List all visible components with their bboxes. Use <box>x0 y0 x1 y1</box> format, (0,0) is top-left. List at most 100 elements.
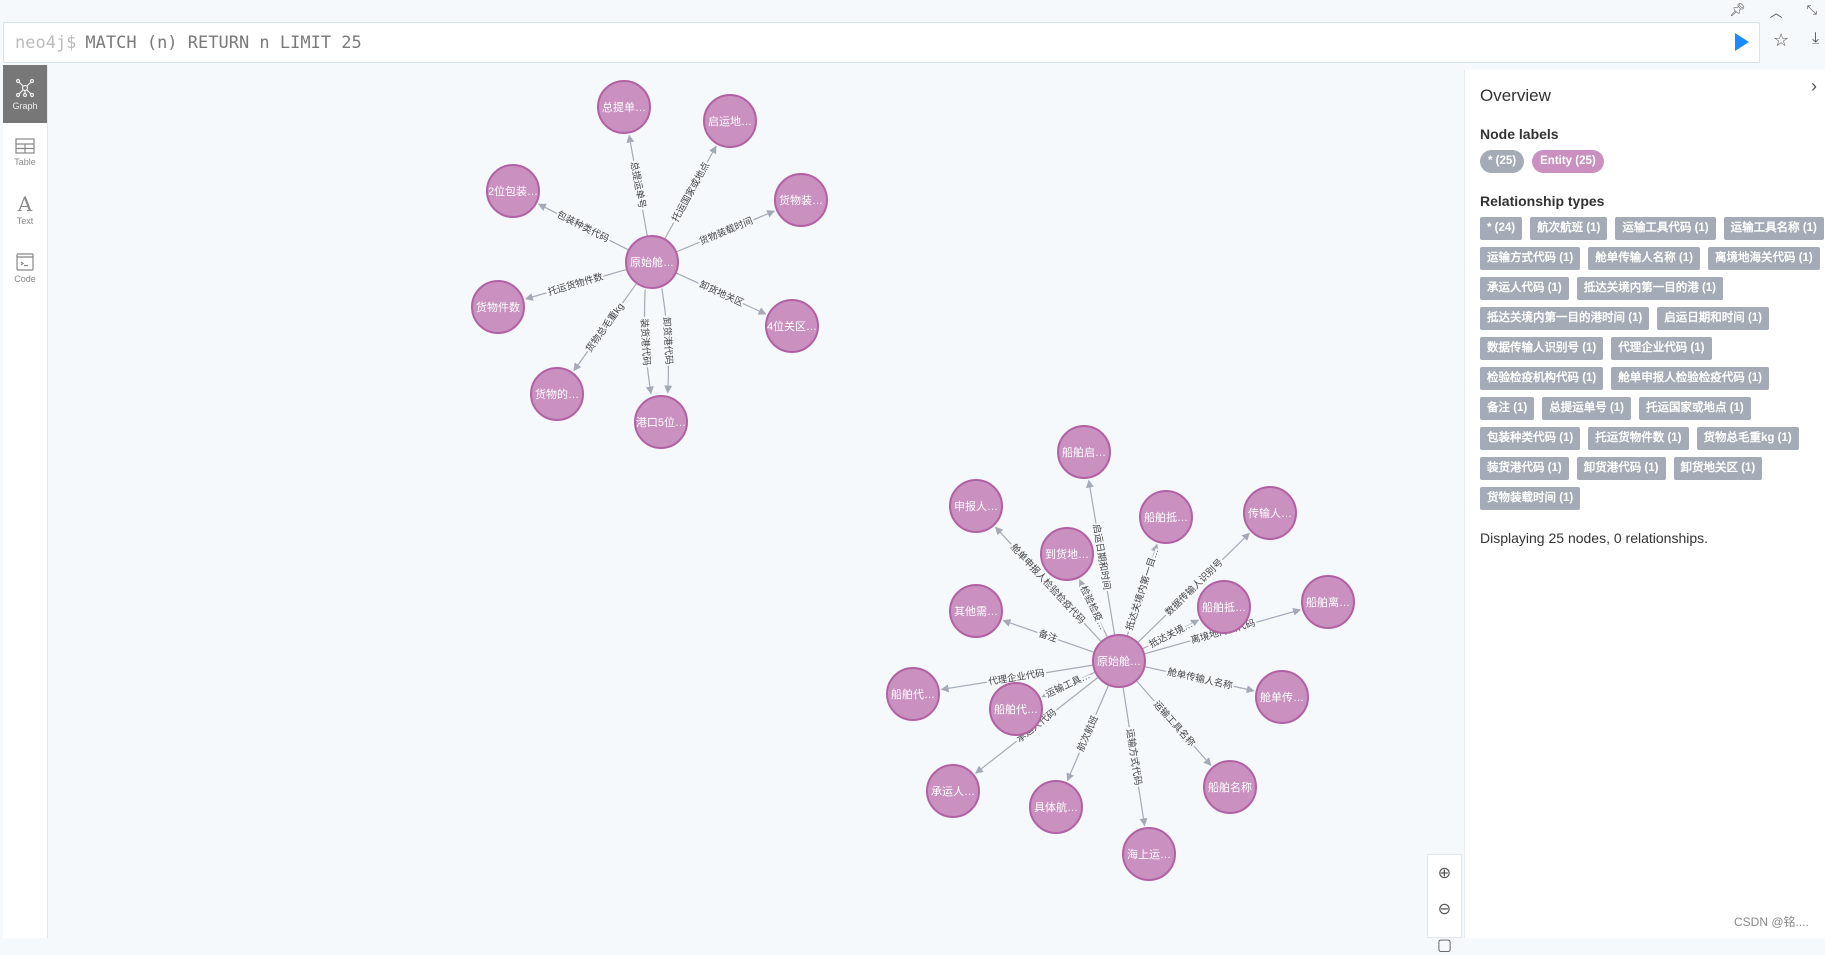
relationship-type-chip[interactable]: 装货港代码 (1) <box>1480 457 1569 480</box>
download-icon[interactable]: ⤓ <box>1812 30 1819 48</box>
graph-node[interactable]: 其他需… <box>949 584 1003 638</box>
node-caption: 船舶代… <box>891 687 935 701</box>
graph-node[interactable]: 船舶抵… <box>1197 580 1251 634</box>
relationship-label: 包装种类代码 <box>555 208 611 245</box>
graph-node[interactable]: 2位包装… <box>486 164 540 218</box>
relationship-type-chip[interactable]: 航次航班 (1) <box>1530 217 1608 240</box>
node-caption: 申报人… <box>954 499 998 513</box>
node-caption: 货物件数 <box>476 300 520 314</box>
relationship-label: 备注 <box>1037 627 1059 645</box>
graph-node[interactable]: 承运人… <box>926 764 980 818</box>
graph-node[interactable]: 原始舱… <box>1092 634 1146 688</box>
graph-node[interactable]: 传输人… <box>1243 486 1297 540</box>
graph-icon <box>15 78 35 97</box>
zoom-out-icon[interactable]: ⊖ <box>1438 899 1451 919</box>
relationship-type-chip[interactable]: 抵达关境内第一目的港时间 (1) <box>1480 307 1650 330</box>
graph-node[interactable]: 具体航… <box>1029 780 1083 834</box>
graph-node[interactable]: 港口5位… <box>634 395 688 449</box>
relationship-label: 托运国家或地点 <box>669 160 712 224</box>
relationship-type-chip[interactable]: 包装种类代码 (1) <box>1480 427 1581 450</box>
fit-icon[interactable]: ▢ <box>1437 935 1452 955</box>
collapse-icon[interactable]: ︿ <box>1770 2 1783 21</box>
relationship-label: 卸货地关区 <box>697 278 746 309</box>
relationship-type-chip[interactable]: 数据传输人识别号 (1) <box>1480 337 1604 360</box>
node-caption: 总提单… <box>602 100 646 114</box>
minimize-icon[interactable]: ⤡ <box>1807 2 1817 21</box>
relationship-type-chip[interactable]: 托运货物件数 (1) <box>1588 427 1689 450</box>
graph-node[interactable]: 船舶启… <box>1057 425 1111 479</box>
graph-node[interactable]: 申报人… <box>949 479 1003 533</box>
graph-node[interactable]: 货物装… <box>774 173 828 227</box>
query-text[interactable]: MATCH (n) RETURN n LIMIT 25 <box>85 33 361 53</box>
editor-prompt: neo4j$ <box>15 32 77 53</box>
node-caption: 其他需… <box>954 605 998 618</box>
relationship-type-chip[interactable]: * (24) <box>1480 217 1523 240</box>
relationship-label: 卸货港代码 <box>660 317 675 365</box>
collapse-panel-icon[interactable]: › <box>1811 76 1817 97</box>
graph-node[interactable]: 船舶代… <box>989 682 1043 736</box>
relationship-types-list: * (24) 航次航班 (1) 运输工具代码 (1) 运输工具名称 (1) 运输方式代码… <box>1480 217 1825 510</box>
relationship-type-chip[interactable]: 货物装载时间 (1) <box>1480 487 1581 510</box>
relationship-type-chip[interactable]: 货物总毛重kg (1) <box>1696 427 1799 450</box>
graph-node[interactable]: 舱单传… <box>1255 670 1309 724</box>
sidebar-item-code[interactable]: Code <box>3 239 47 297</box>
graph-node[interactable]: 原始舱… <box>625 235 679 289</box>
relationship-type-chip[interactable]: 舱单传输人名称 (1) <box>1588 247 1700 270</box>
node-caption: 船舶离… <box>1306 595 1350 609</box>
watermark: CSDN @铭.... <box>1734 915 1809 929</box>
relationship-label: 装货港代码 <box>638 318 653 366</box>
sidebar-item-graph[interactable]: Graph <box>3 65 47 123</box>
sidebar-item-text[interactable]: A Text <box>3 181 47 239</box>
relationship-label: 运输方式代码 <box>1124 728 1145 786</box>
node-labels-heading: Node labels <box>1480 126 1559 142</box>
sidebar-item-label: Code <box>14 273 36 284</box>
sidebar-item-table[interactable]: Table <box>3 123 47 181</box>
node-caption: 货物的… <box>535 387 579 401</box>
star-icon[interactable]: ☆ <box>1773 30 1789 51</box>
display-summary: Displaying 25 nodes, 0 relationships. <box>1480 530 1709 546</box>
graph-node[interactable]: 船舶离… <box>1301 575 1355 629</box>
relationship-type-chip[interactable]: 托运国家或地点 (1) <box>1639 397 1751 420</box>
node-label-chip[interactable]: Entity (25) <box>1532 150 1604 173</box>
graph-node[interactable]: 船舶抵… <box>1139 490 1193 544</box>
graph-node[interactable]: 货物件数 <box>471 280 525 334</box>
relationship-type-chip[interactable]: 离境地海关代码 (1) <box>1708 247 1820 270</box>
relationship-type-chip[interactable]: 抵达关境内第一目的港 (1) <box>1576 277 1723 300</box>
relationship-type-chip[interactable]: 运输工具代码 (1) <box>1615 217 1716 240</box>
node-caption: 海上运… <box>1127 847 1171 861</box>
graph-node[interactable]: 货物的… <box>530 367 584 421</box>
pin-icon[interactable]: 📌︎ <box>1729 2 1746 21</box>
graph-canvas[interactable]: 总提运单号 托运国家或地点包装种类代码 货物装载时间托运货物件数 卸货地关区货物总毛重… <box>49 65 1463 938</box>
node-label-chip[interactable]: * (25) <box>1480 150 1525 173</box>
relationship-type-chip[interactable]: 运输工具名称 (1) <box>1723 217 1824 240</box>
node-caption: 启运地… <box>708 115 752 128</box>
graph-node[interactable]: 到货地… <box>1040 527 1094 581</box>
relationship-type-chip[interactable]: 检验检疫机构代码 (1) <box>1480 367 1604 390</box>
relationship-type-chip[interactable]: 舱单申报人检验检疫代码 (1) <box>1611 367 1769 390</box>
relationship-label: 货物总毛重kg <box>583 301 626 355</box>
relationship-label: 托运货物件数 <box>546 270 605 298</box>
relationship-type-chip[interactable]: 启运日期和时间 (1) <box>1657 307 1769 330</box>
relationship-type-chip[interactable]: 运输方式代码 (1) <box>1480 247 1581 270</box>
relationship-type-chip[interactable]: 代理企业代码 (1) <box>1611 337 1712 360</box>
node-caption: 原始舱… <box>630 255 674 269</box>
relationship-type-chip[interactable]: 备注 (1) <box>1480 397 1535 420</box>
graph-node[interactable]: 海上运… <box>1122 827 1176 881</box>
window-controls: 📌︎ ︿ ⤡ <box>1729 2 1817 21</box>
graph-node[interactable]: 启运地… <box>703 94 757 148</box>
relationship-label: 货物装载时间 <box>697 215 754 248</box>
query-editor[interactable]: neo4j$ MATCH (n) RETURN n LIMIT 25 <box>3 22 1760 63</box>
run-button[interactable] <box>1735 33 1749 51</box>
relationship-type-chip[interactable]: 承运人代码 (1) <box>1480 277 1569 300</box>
relationship-label: 运输工具名称 <box>1151 698 1198 749</box>
node-caption: 船舶抵… <box>1202 600 1246 614</box>
relationship-type-chip[interactable]: 卸货港代码 (1) <box>1576 457 1666 480</box>
relationship-type-chip[interactable]: 卸货地关区 (1) <box>1673 457 1763 480</box>
relationship-type-chip[interactable]: 总提运单号 (1) <box>1542 397 1631 420</box>
graph-node[interactable]: 总提单… <box>597 80 651 134</box>
graph-node[interactable]: 船舶名称 <box>1203 760 1257 814</box>
graph-node[interactable]: 船舶代… <box>886 667 940 721</box>
relationship-label: 抵达关境内第一目… <box>1123 547 1161 632</box>
graph-node[interactable]: 4位关区… <box>765 299 819 353</box>
zoom-in-icon[interactable]: ⊕ <box>1438 863 1451 883</box>
